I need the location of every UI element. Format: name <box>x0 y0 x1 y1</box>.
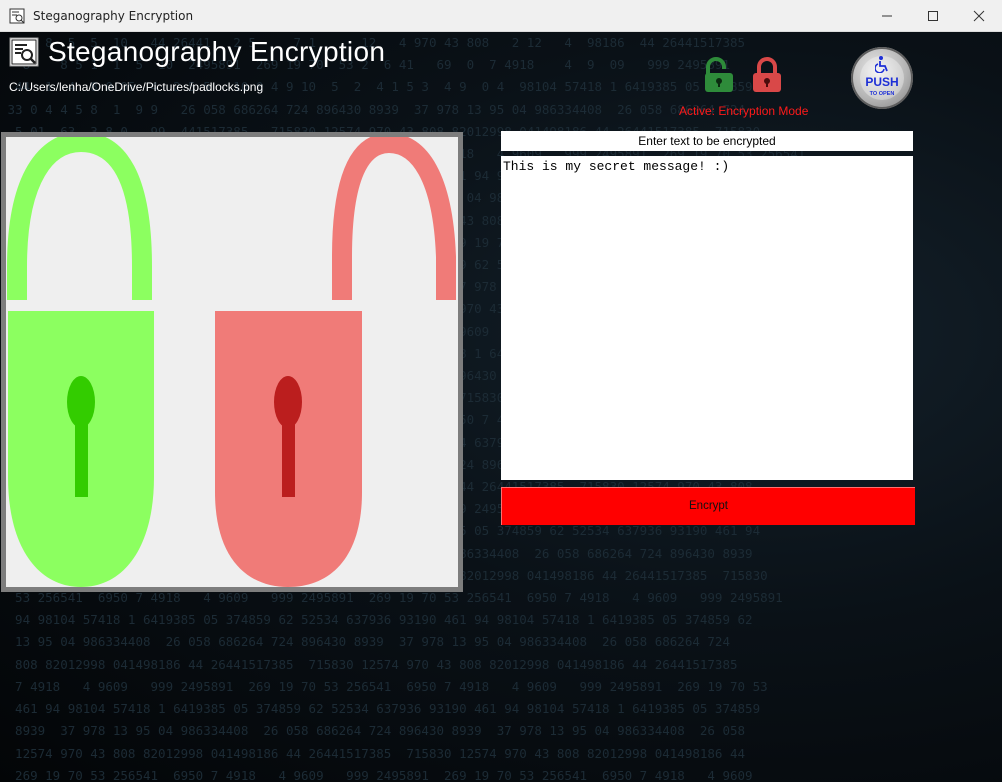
secret-message-textarea[interactable]: This is my secret message! :) <box>501 156 913 480</box>
close-button[interactable] <box>956 0 1002 31</box>
push-to-open-button[interactable]: PUSH TO OPEN <box>851 47 913 109</box>
maximize-button[interactable] <box>910 0 956 31</box>
background-number-row: 7 4918 4 9609 999 2495891 269 19 70 53 2… <box>0 678 768 694</box>
mode-status: Active: Encryption Mode <box>679 104 809 118</box>
close-icon <box>973 10 985 21</box>
app-logo-icon <box>9 37 39 67</box>
background-number-row: 808 82012998 041498186 44 26441517385 71… <box>0 656 738 672</box>
background-number-row: 269 19 70 53 256541 6950 7 4918 4 9609 9… <box>0 767 753 782</box>
background-number-row: 8939 37 978 13 95 04 986334408 26 058 68… <box>0 723 746 739</box>
red-keyhole <box>274 376 302 428</box>
image-preview-frame <box>1 132 463 592</box>
decrypt-mode-unlocked-padlock-icon[interactable] <box>702 56 736 94</box>
encrypt-mode-locked-padlock-icon[interactable] <box>750 56 784 94</box>
main-content: 5 8 5 5 10 44 26441 2 5 7 1 12 4 970 43 … <box>0 32 1002 782</box>
file-path: C:/Users/lenha/OneDrive/Pictures/padlock… <box>9 80 264 94</box>
push-label: PUSH <box>865 75 899 89</box>
push-sublabel: TO OPEN <box>869 91 895 97</box>
minimize-button[interactable] <box>864 0 910 31</box>
encrypt-button[interactable]: Encrypt <box>501 487 915 525</box>
background-number-row: 461 94 98104 57418 1 6419385 05 374859 6… <box>0 701 761 717</box>
image-preview <box>6 137 458 587</box>
editor-header: Enter text to be encrypted <box>501 131 913 151</box>
minimize-icon <box>882 15 892 16</box>
background-number-row: 12574 970 43 808 82012998 041498186 44 2… <box>0 745 746 761</box>
app-window: Steganography Encryption 5 8 5 5 10 44 2… <box>0 0 1002 782</box>
green-padlock-shackle <box>6 137 152 300</box>
background-number-row: 33 0 4 4 5 8 1 9 9 26 058 686264 724 896… <box>0 101 746 117</box>
app-icon <box>9 8 25 23</box>
red-padlock-shackle <box>332 137 456 300</box>
background-number-row: 94 98104 57418 1 6419385 05 374859 62 52… <box>0 612 753 628</box>
wheelchair-icon <box>875 56 888 73</box>
app-title: Steganography Encryption <box>48 36 386 67</box>
padlocks-image <box>6 137 456 587</box>
maximize-icon <box>928 10 938 21</box>
background-number-row: 13 95 04 986334408 26 058 686264 724 896… <box>0 634 730 650</box>
title-bar[interactable]: Steganography Encryption <box>0 0 1002 32</box>
green-keyhole <box>67 376 95 428</box>
window-title: Steganography Encryption <box>33 8 194 23</box>
